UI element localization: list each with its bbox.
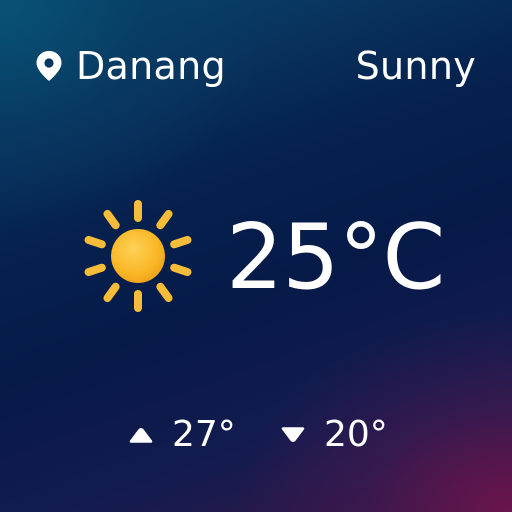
sun-ray [84,235,106,249]
low-temperature-value: 20° [324,414,388,455]
weather-condition: Sunny [355,44,476,88]
sun-ray [103,209,120,230]
weather-widget: Danang Sunny 25°C 27° 20° [0,0,512,512]
city-name: Danang [76,44,226,88]
high-temperature-value: 27° [172,414,236,455]
location[interactable]: Danang [36,44,226,88]
sun-ray [84,263,106,277]
sun-ray [170,263,192,277]
sun-ray [156,282,173,303]
current-temperature: 25°C [226,205,445,310]
sun-icon [84,200,192,312]
sun-ray [103,282,120,303]
sun-core [111,229,165,283]
low-temperature: 20° [280,414,388,456]
high-temperature: 27° [128,414,236,456]
sun-ray [170,235,192,249]
map-pin-icon [36,51,62,81]
sun-ray [156,209,173,230]
triangle-down-icon [281,427,305,442]
triangle-up-icon [129,428,153,443]
